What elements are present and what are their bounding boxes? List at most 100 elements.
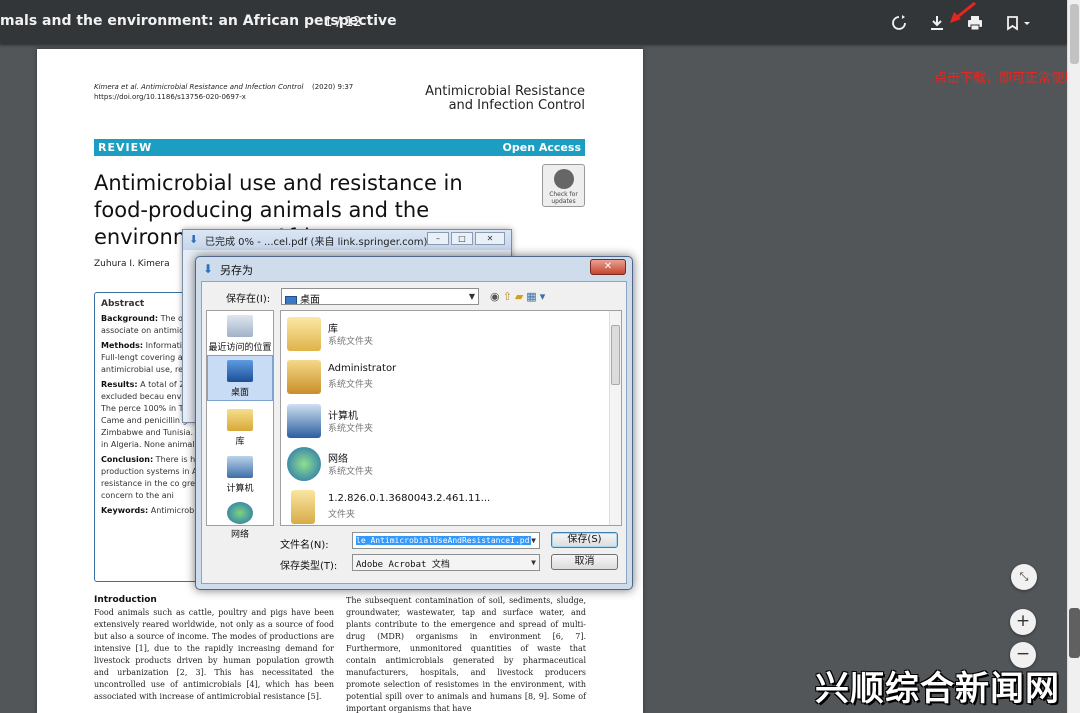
crossmark-icon: [553, 169, 574, 189]
file-name: 网络: [328, 454, 348, 465]
new-folder-icon[interactable]: ▰: [515, 290, 526, 303]
article-type-bar: REVIEW Open Access: [94, 139, 585, 156]
file-list-scrollbar[interactable]: [609, 311, 621, 525]
place-network[interactable]: 网络: [207, 502, 273, 540]
authors: Zuhura I. Kimera: [94, 259, 170, 269]
file-type: 系统文件夹: [328, 337, 374, 347]
minimize-button[interactable]: –: [427, 232, 449, 245]
libraries-folder-icon: [287, 317, 321, 351]
file-type: 系统文件夹: [328, 380, 374, 390]
filename-label: 文件名(N):: [280, 540, 329, 551]
zoom-in-button[interactable]: +: [1010, 609, 1036, 635]
user-folder-icon: [287, 360, 321, 394]
file-name: 计算机: [328, 411, 358, 422]
journal-name-line1: Antimicrobial Resistance: [425, 84, 585, 99]
fit-page-icon[interactable]: ⤡: [1011, 564, 1037, 590]
download-hint-annotation: 点击下载，即可正常使用: [934, 71, 1078, 86]
chevron-down-icon: ▼: [468, 292, 475, 301]
page-header: Kimera et al. Antimicrobial Resistance a…: [94, 82, 353, 102]
header-year: (2020) 9:37: [312, 83, 354, 91]
file-name: Administrator: [328, 363, 397, 374]
file-type: 文件夹: [328, 510, 356, 520]
site-watermark: 兴顺综合新闻网: [815, 669, 1060, 709]
save-dialog-body: 保存在(I): 桌面 ▼ ◉⇧▰▦▾ 最近访问的位置 桌面 库 计算机 网络 库…: [201, 281, 627, 584]
desktop-icon: [285, 295, 297, 304]
introduction-heading: Introduction: [94, 595, 157, 605]
journal-name-line2: and Infection Control: [448, 98, 585, 113]
review-label: REVIEW: [98, 141, 153, 154]
file-item[interactable]: 计算机 系统文件夹: [287, 402, 587, 442]
journal-name: Antimicrobial Resistance and Infection C…: [425, 85, 585, 113]
back-icon[interactable]: ◉: [490, 290, 503, 303]
file-type: 系统文件夹: [328, 467, 374, 477]
maximize-button[interactable]: □: [451, 232, 473, 245]
download-icon[interactable]: [928, 14, 946, 32]
rotate-icon[interactable]: [890, 14, 908, 32]
filetype-label: 保存类型(T):: [280, 561, 338, 572]
save-in-dropdown[interactable]: 桌面 ▼: [281, 288, 479, 305]
place-recent[interactable]: 最近访问的位置: [207, 315, 273, 353]
recent-places-icon: [227, 315, 253, 337]
folder-toolbar: ◉⇧▰▦▾: [490, 290, 548, 303]
red-arrow-annotation-icon: [950, 2, 976, 23]
file-item[interactable]: Administrator 系统文件夹: [287, 358, 587, 398]
body-column-right: The subsequent contamination of soil, se…: [346, 596, 586, 713]
check-for-updates-badge[interactable]: Check for updates: [542, 164, 585, 207]
network-icon: [227, 502, 253, 524]
place-recent-label: 最近访问的位置: [208, 343, 272, 353]
file-name: 1.2.826.0.1.3680043.2.461.11...: [328, 493, 491, 504]
place-computer-label: 计算机: [226, 484, 254, 494]
filetype-dropdown[interactable]: Adobe Acrobat 文档 ▼: [352, 554, 540, 571]
file-list: 库 系统文件夹 Administrator 系统文件夹 计算机 系统文件夹 网络…: [280, 310, 622, 526]
place-desktop-label: 桌面: [230, 388, 249, 398]
file-list-scroll-thumb[interactable]: [611, 325, 620, 385]
chevron-down-icon: ▼: [531, 558, 536, 567]
file-item[interactable]: 1.2.826.0.1.3680043.2.461.11... 文件夹: [287, 488, 587, 525]
place-desktop[interactable]: 桌面: [207, 355, 273, 401]
open-access-label: Open Access: [502, 141, 581, 154]
progress-dialog-titlebar: ⬇ 已完成 0% - ...cel.pdf (来自 link.springer.…: [183, 230, 511, 250]
view-menu-icon[interactable]: ▦▾: [526, 290, 548, 303]
place-libraries-label: 库: [235, 437, 245, 447]
computer-icon: [227, 456, 253, 478]
place-computer[interactable]: 计算机: [207, 456, 273, 494]
pdf-viewer-toolbar: mals and the environment: an African per…: [0, 0, 1067, 44]
cancel-button[interactable]: 取消: [551, 554, 618, 570]
file-item[interactable]: 库 系统文件夹: [287, 315, 587, 355]
libraries-icon: [227, 409, 253, 431]
chevron-down-icon[interactable]: ▼: [531, 536, 536, 545]
save-button[interactable]: 保存(S): [551, 532, 618, 548]
places-bar: 最近访问的位置 桌面 库 计算机 网络: [206, 310, 274, 540]
scrollbar-thumb[interactable]: [1070, 4, 1079, 64]
body-column-left: Food animals such as cattle, poultry and…: [94, 608, 334, 701]
filename-input[interactable]: le_AntimicrobialUseAndResistanceI.pdf ▼: [352, 532, 540, 549]
header-doi: https://doi.org/10.1186/s13756-020-0697-…: [94, 93, 246, 101]
filename-value: le_AntimicrobialUseAndResistanceI.pdf: [356, 536, 535, 545]
dialog-close-button[interactable]: ✕: [590, 259, 626, 275]
viewer-scrollbar[interactable]: [1067, 0, 1080, 713]
network-icon: [287, 447, 321, 481]
progress-dialog-title: 已完成 0% - ...cel.pdf (来自 link.springer.co…: [205, 237, 437, 248]
close-button[interactable]: ✕: [475, 232, 505, 245]
save-dialog-titlebar: ⬇ 另存为: [196, 257, 632, 281]
folder-icon: [291, 490, 315, 524]
crossmark-label: Check for updates: [549, 191, 578, 205]
save-in-label: 保存在(I):: [226, 294, 271, 305]
save-dialog-icon: ⬇: [203, 262, 214, 276]
save-dialog-title: 另存为: [220, 264, 253, 277]
save-as-dialog: ⬇ 另存为 ✕ 保存在(I): 桌面 ▼ ◉⇧▰▦▾ 最近访问的位置 桌面 库: [195, 256, 633, 590]
place-network-label: 网络: [230, 530, 249, 540]
place-libraries[interactable]: 库: [207, 409, 273, 447]
up-folder-icon[interactable]: ⇧: [503, 290, 515, 303]
scrollbar-handle[interactable]: [1069, 608, 1080, 658]
file-item[interactable]: 网络 系统文件夹: [287, 445, 587, 485]
header-citation: Kimera et al. Antimicrobial Resistance a…: [94, 83, 304, 91]
desktop-icon: [227, 360, 253, 382]
bookmark-menu-icon[interactable]: [1004, 14, 1036, 32]
file-type: 系统文件夹: [328, 424, 374, 434]
computer-icon: [287, 404, 321, 438]
download-icon: ⬇: [189, 233, 199, 246]
save-in-value: 桌面: [300, 295, 320, 305]
filetype-value: Adobe Acrobat 文档: [356, 560, 450, 570]
page-indicator[interactable]: 1 / 12: [324, 15, 361, 30]
